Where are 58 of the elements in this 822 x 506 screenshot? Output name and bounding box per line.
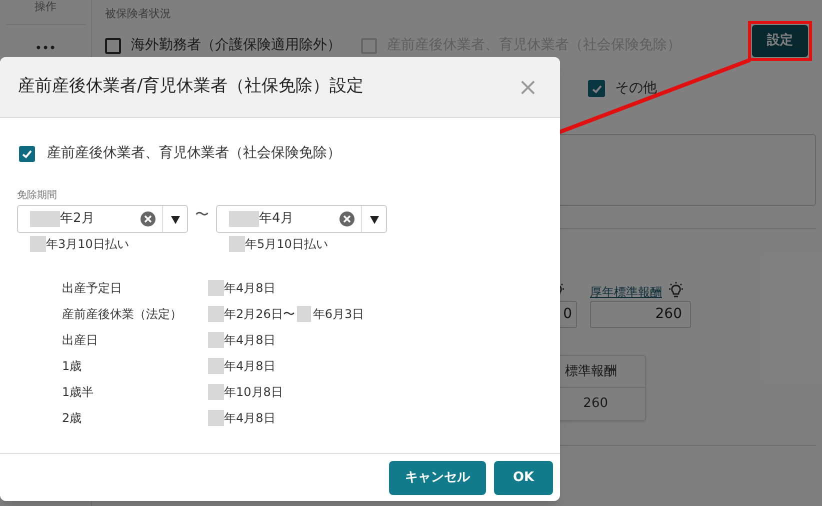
detail-label: 産前産後休業（法定）	[62, 306, 182, 323]
cancel-button[interactable]: キャンセル	[389, 460, 486, 494]
redaction-block	[208, 306, 224, 322]
checkbox-label: 海外勤務者（介護保険適用除外）	[131, 36, 341, 55]
lightbulb-icon[interactable]	[667, 281, 685, 299]
dropdown-icon[interactable]	[170, 214, 180, 224]
column-header: 操作	[34, 0, 56, 14]
redaction-block	[229, 236, 245, 252]
checkbox[interactable]	[19, 146, 35, 162]
redaction-block	[30, 211, 60, 227]
redaction-block	[208, 332, 224, 348]
redaction-block	[296, 306, 311, 322]
input-field[interactable]: 260	[590, 301, 691, 328]
ok-button[interactable]: OK	[494, 460, 553, 494]
select-value: 年4月	[259, 210, 294, 228]
table-cell-text: 260	[583, 395, 608, 414]
dialog-title: 産前産後休業者/育児休業者（社保免除）設定	[18, 75, 364, 98]
redaction-block	[208, 410, 224, 426]
detail-value: 年4月8日	[224, 358, 276, 375]
detail-value: 年2月26日〜	[224, 306, 295, 323]
check-icon	[21, 148, 33, 160]
detail-label: 1歳	[62, 358, 82, 375]
detail-label: 出産予定日	[62, 280, 122, 297]
detail-label: 出産日	[62, 332, 98, 349]
clear-icon[interactable]	[339, 211, 355, 227]
settings-button[interactable]: 設定	[752, 25, 808, 57]
pension-link[interactable]: 厚年標準報酬	[590, 283, 662, 301]
check-icon	[590, 82, 602, 94]
field-label: 免除期間	[17, 188, 57, 203]
redaction-block	[30, 236, 46, 252]
redaction-block	[208, 384, 224, 400]
payment-note: 年5月10日払い	[245, 236, 328, 253]
payment-note: 年3月10日払い	[46, 236, 129, 253]
more-menu[interactable]: •••	[34, 39, 56, 57]
close-button[interactable]: ×	[518, 75, 538, 99]
detail-value: 年10月8日	[224, 384, 283, 401]
table-header: 標準報酬	[565, 362, 617, 381]
section-label: 被保険者状況	[105, 6, 172, 22]
detail-value: 年4月8日	[224, 332, 276, 349]
redaction-block	[208, 358, 224, 374]
select-field[interactable]: 年2月	[17, 205, 188, 233]
redaction-block	[208, 280, 224, 296]
select-field[interactable]: 年4月	[216, 205, 387, 233]
checkbox-label: 産前産後休業者、育児休業者（社会保険免除）	[47, 144, 341, 163]
detail-label: 1歳半	[62, 384, 94, 401]
highlight-frame	[748, 21, 812, 61]
checkbox[interactable]	[588, 80, 605, 97]
detail-value: 年6月3日	[312, 306, 364, 323]
select-value: 年2月	[60, 210, 94, 228]
detail-label: 2歳	[62, 410, 82, 427]
checkbox-label: その他	[615, 79, 657, 98]
dropdown-icon[interactable]	[370, 214, 378, 224]
detail-value: 年4月8日	[224, 280, 276, 297]
redaction-block	[229, 211, 259, 227]
clear-icon[interactable]	[140, 211, 156, 227]
checkbox[interactable]	[105, 38, 121, 54]
range-separator: 〜	[194, 206, 210, 225]
detail-value: 年4月8日	[224, 410, 276, 427]
